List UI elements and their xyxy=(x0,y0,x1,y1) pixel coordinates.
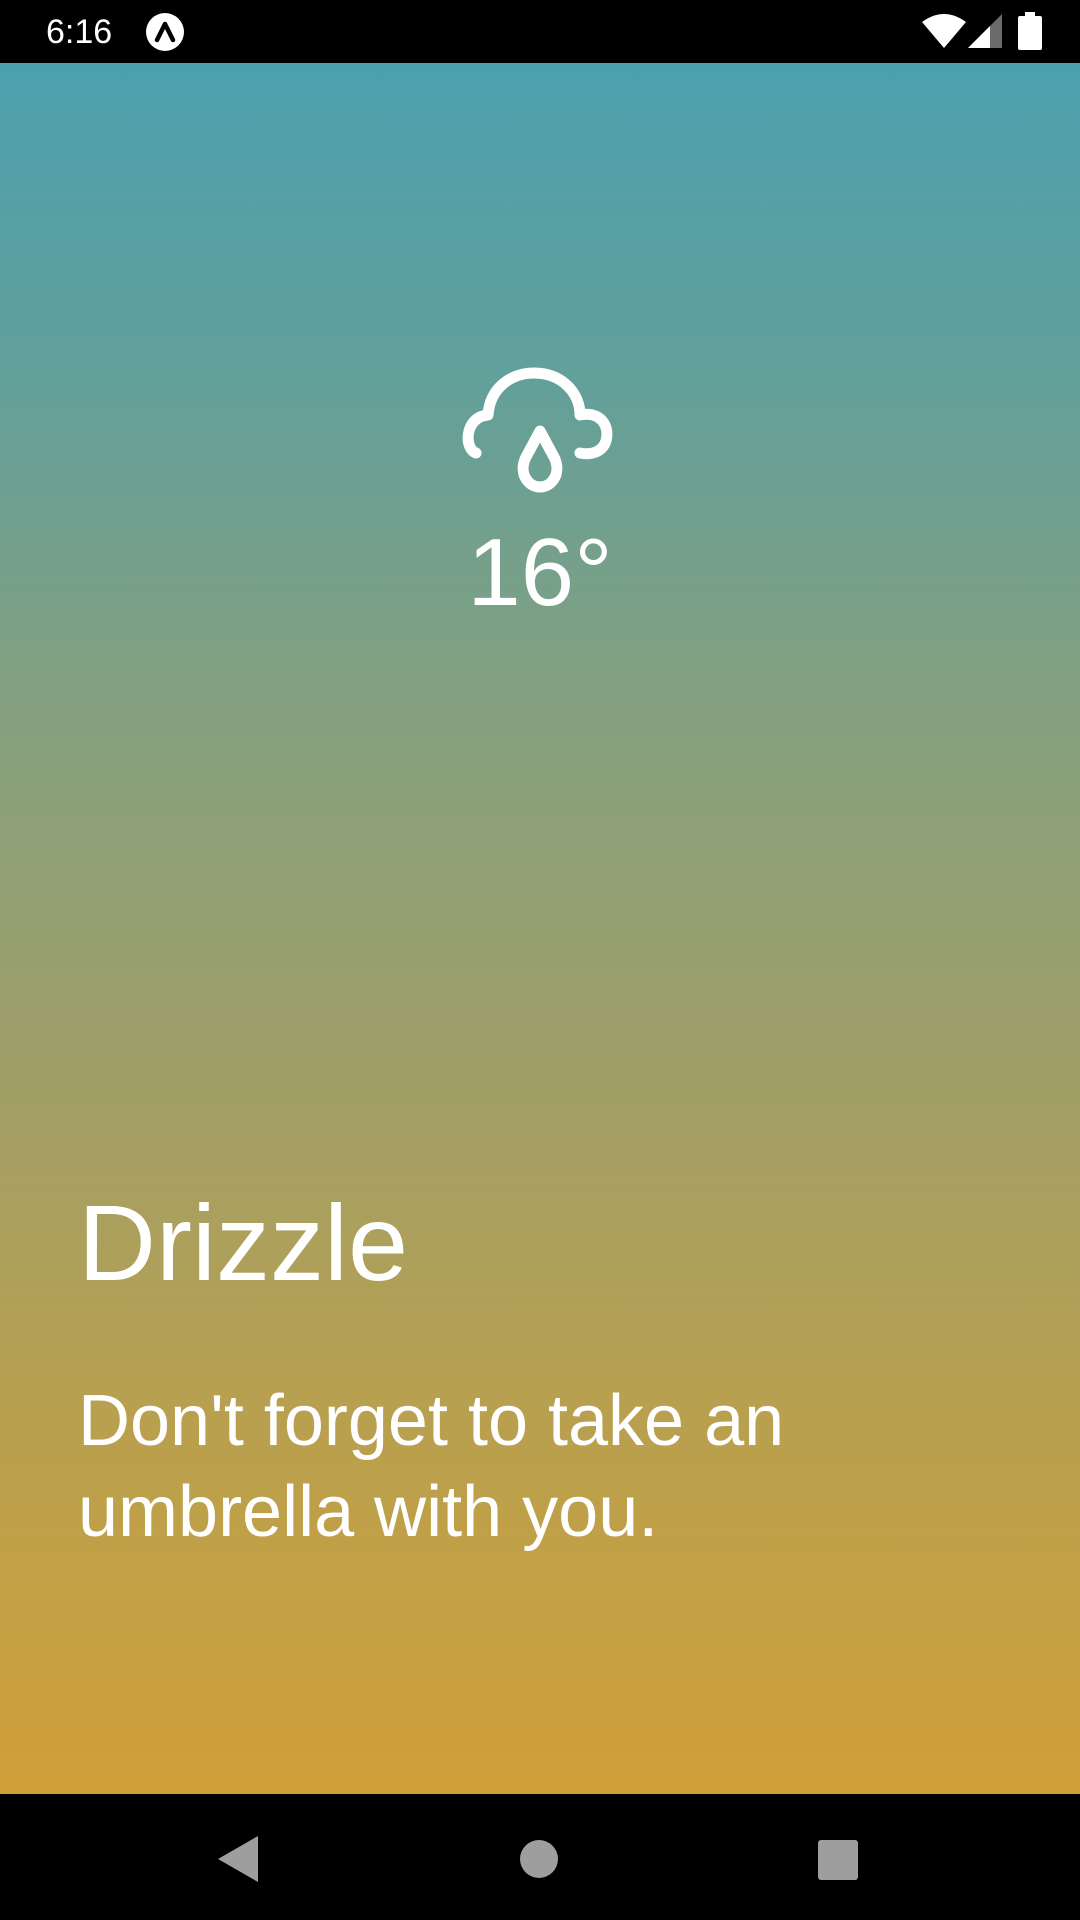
condition-title: Drizzle xyxy=(78,1182,409,1303)
recents-icon[interactable] xyxy=(818,1840,858,1880)
expo-badge-icon xyxy=(146,13,184,51)
battery-icon xyxy=(1018,12,1042,50)
cellular-signal-icon xyxy=(968,14,1002,48)
screen: 6:16 16° Drizzle Don't forget to take an… xyxy=(0,0,1080,1920)
temperature: 16° xyxy=(467,519,613,626)
home-icon[interactable] xyxy=(520,1840,558,1878)
wifi-icon xyxy=(922,14,966,48)
weather-screen: 16° Drizzle Don't forget to take an umbr… xyxy=(0,63,1080,1794)
navigation-bar xyxy=(0,1794,1080,1920)
status-time: 6:16 xyxy=(46,13,113,51)
back-icon[interactable] xyxy=(218,1836,258,1882)
condition-message: Don't forget to take an umbrella with yo… xyxy=(78,1381,785,1552)
cloud-drizzle-icon xyxy=(462,367,613,493)
status-bar: 6:16 xyxy=(0,0,1080,63)
